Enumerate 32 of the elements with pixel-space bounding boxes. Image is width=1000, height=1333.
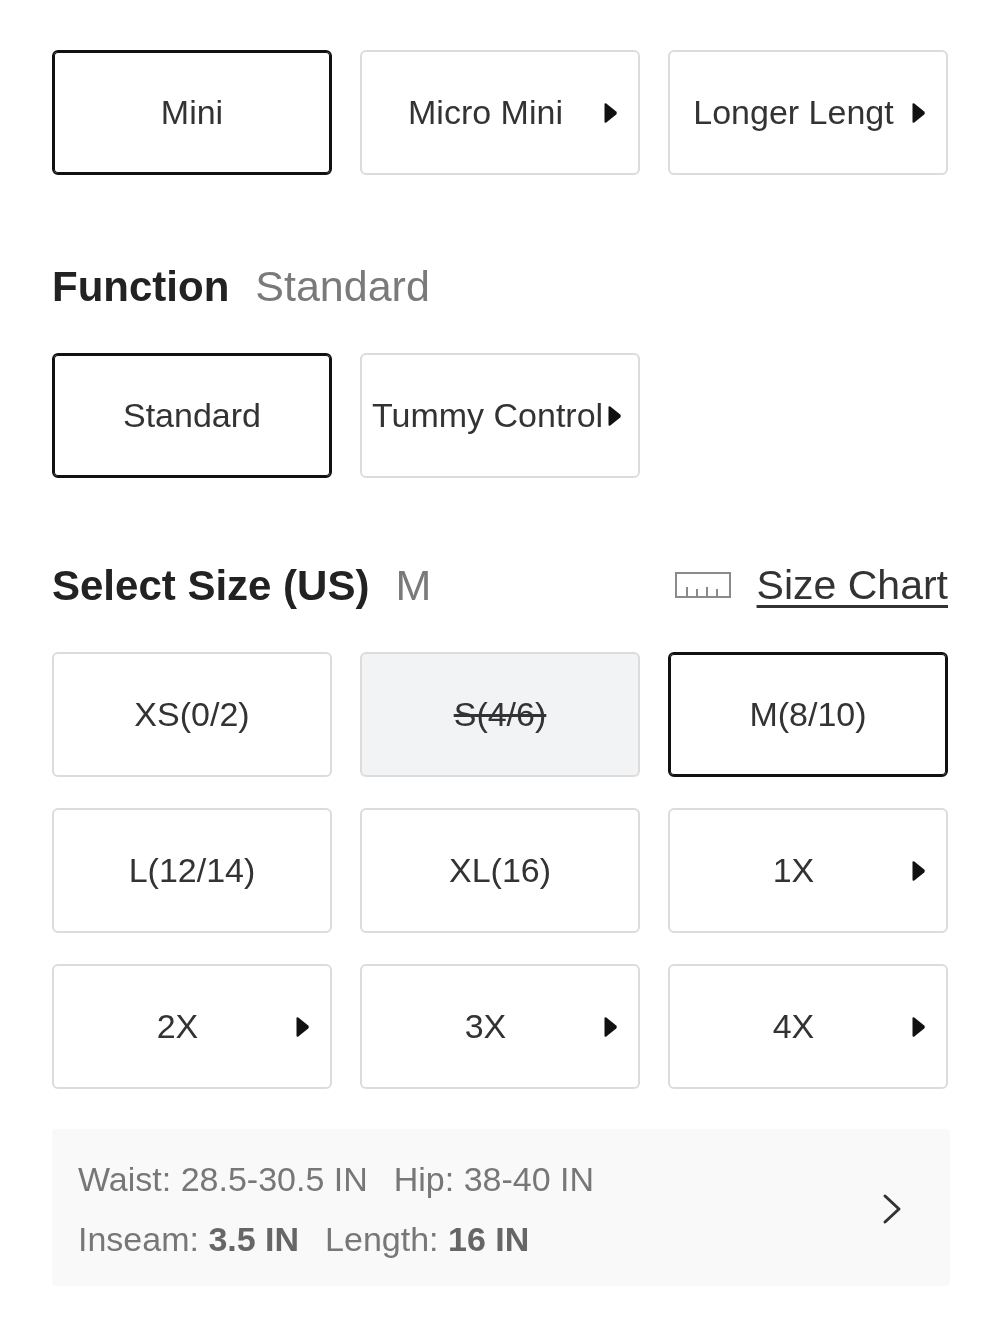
caret-icon xyxy=(603,1015,618,1038)
option-button[interactable]: Mini xyxy=(52,50,332,175)
measurements-panel[interactable]: Waist: 28.5-30.5 IN Hip: 38-40 IN Inseam: 3.5 IN Length: 16 IN xyxy=(52,1129,950,1286)
option-button[interactable]: XS(0/2) xyxy=(52,652,332,777)
option-button[interactable]: Standard xyxy=(52,353,332,478)
caret-icon xyxy=(911,101,926,124)
size-chart-link[interactable]: Size Chart xyxy=(756,560,948,610)
measurement-text: Length: 16 IN xyxy=(325,1219,530,1260)
option-button[interactable]: 1X xyxy=(668,808,948,933)
section-title: Function xyxy=(52,262,230,312)
option-button[interactable]: 4X xyxy=(668,964,948,1089)
option-button[interactable]: 2X xyxy=(52,964,332,1089)
option-button[interactable]: Longer Lengt xyxy=(668,50,948,175)
option-button[interactable]: XL(16) xyxy=(360,808,640,933)
caret-icon xyxy=(911,859,926,882)
ruler-icon xyxy=(674,572,731,598)
measurement-text: Waist: 28.5-30.5 IN xyxy=(78,1159,368,1200)
caret-icon xyxy=(911,1015,926,1038)
option-button[interactable]: Micro Mini xyxy=(360,50,640,175)
option-button[interactable]: L(12/14) xyxy=(52,808,332,933)
caret-icon xyxy=(295,1015,310,1038)
selected-value: M xyxy=(395,560,432,610)
chevron-right-icon xyxy=(882,1193,902,1225)
caret-icon xyxy=(607,404,623,427)
selected-value: Standard xyxy=(255,261,430,311)
option-button[interactable]: 3X xyxy=(360,964,640,1089)
measurement-text: Hip: 38-40 IN xyxy=(393,1159,595,1200)
option-button[interactable]: Tummy Control xyxy=(360,353,640,478)
caret-icon xyxy=(603,101,618,124)
measurement-text: Inseam: 3.5 IN xyxy=(78,1219,300,1260)
section-title: Select Size (US) xyxy=(52,561,370,611)
option-button[interactable]: M(8/10) xyxy=(668,652,948,777)
